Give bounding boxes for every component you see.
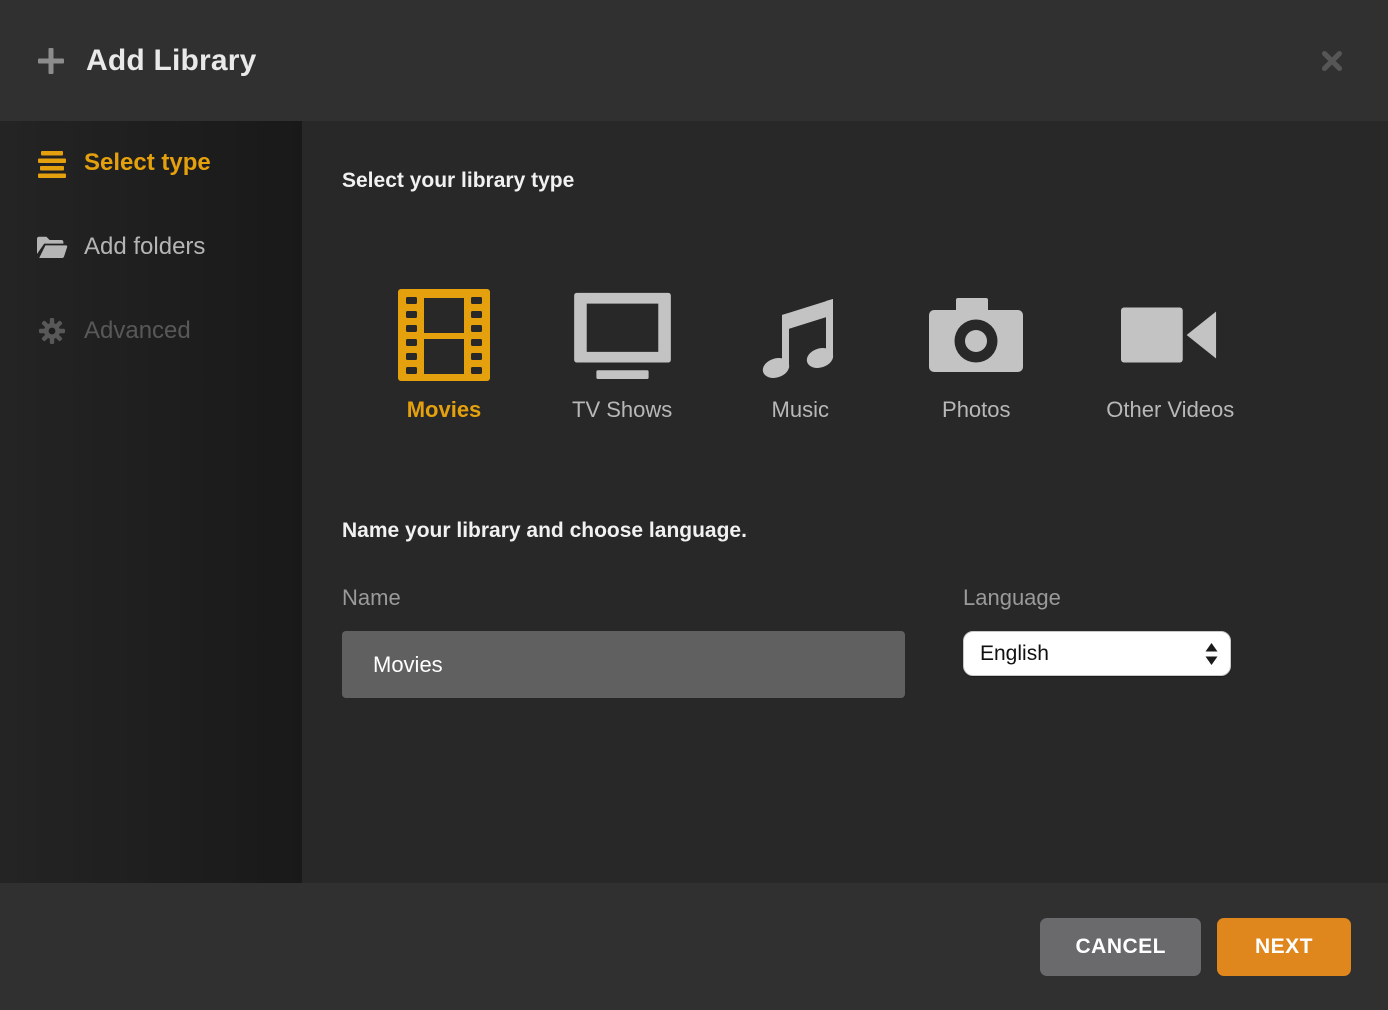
name-language-form: Name Language English [342,585,1388,698]
cancel-button[interactable]: CANCEL [1040,918,1201,976]
library-type-heading: Select your library type [342,169,1388,193]
language-select[interactable]: English [963,631,1231,676]
name-language-heading: Name your library and choose language. [342,519,1388,543]
plus-icon [36,46,66,76]
type-option-tv-shows[interactable]: TV Shows [572,285,672,423]
language-field-label: Language [963,585,1231,611]
sidebar-item-advanced: Advanced [0,305,302,357]
folder-open-icon [36,231,68,263]
list-lines-icon [36,147,68,179]
dialog-title: Add Library [86,44,257,78]
wizard-steps-sidebar: Select type Add folders [0,121,302,883]
dialog-header: Add Library [0,0,1388,121]
tv-icon [574,291,671,379]
type-option-movies[interactable]: Movies [398,285,490,423]
type-option-music[interactable]: Music [754,285,846,423]
sidebar-item-label: Advanced [84,317,191,345]
dialog-footer: CANCEL NEXT [0,883,1388,1010]
name-field-label: Name [342,585,905,611]
type-option-label: Photos [942,397,1011,423]
next-button[interactable]: NEXT [1217,918,1351,976]
sidebar-item-label: Select type [84,149,211,177]
type-option-label: Music [772,397,829,423]
gear-icon [36,315,68,347]
library-name-input[interactable] [342,631,905,698]
language-select-value: English [980,642,1205,666]
type-option-other-videos[interactable]: Other Videos [1106,285,1234,423]
type-option-label: TV Shows [572,397,672,423]
film-strip-icon [398,289,490,381]
type-option-photos[interactable]: Photos [928,285,1024,423]
camera-icon [928,296,1024,374]
add-library-dialog: Add Library Select type [0,0,1388,1010]
select-spinner-icon [1205,642,1218,666]
video-camera-icon [1121,303,1219,367]
sidebar-item-add-folders[interactable]: Add folders [0,221,302,273]
music-note-icon [754,289,846,381]
type-option-label: Other Videos [1106,397,1234,423]
library-type-picker: Movies TV Shows [398,285,1388,423]
sidebar-item-select-type[interactable]: Select type [0,137,302,189]
sidebar-item-label: Add folders [84,233,205,261]
dialog-body: Select type Add folders [0,121,1388,883]
close-icon[interactable] [1314,43,1350,79]
wizard-step-content: Select your library type [302,121,1388,883]
type-option-label: Movies [407,397,482,423]
